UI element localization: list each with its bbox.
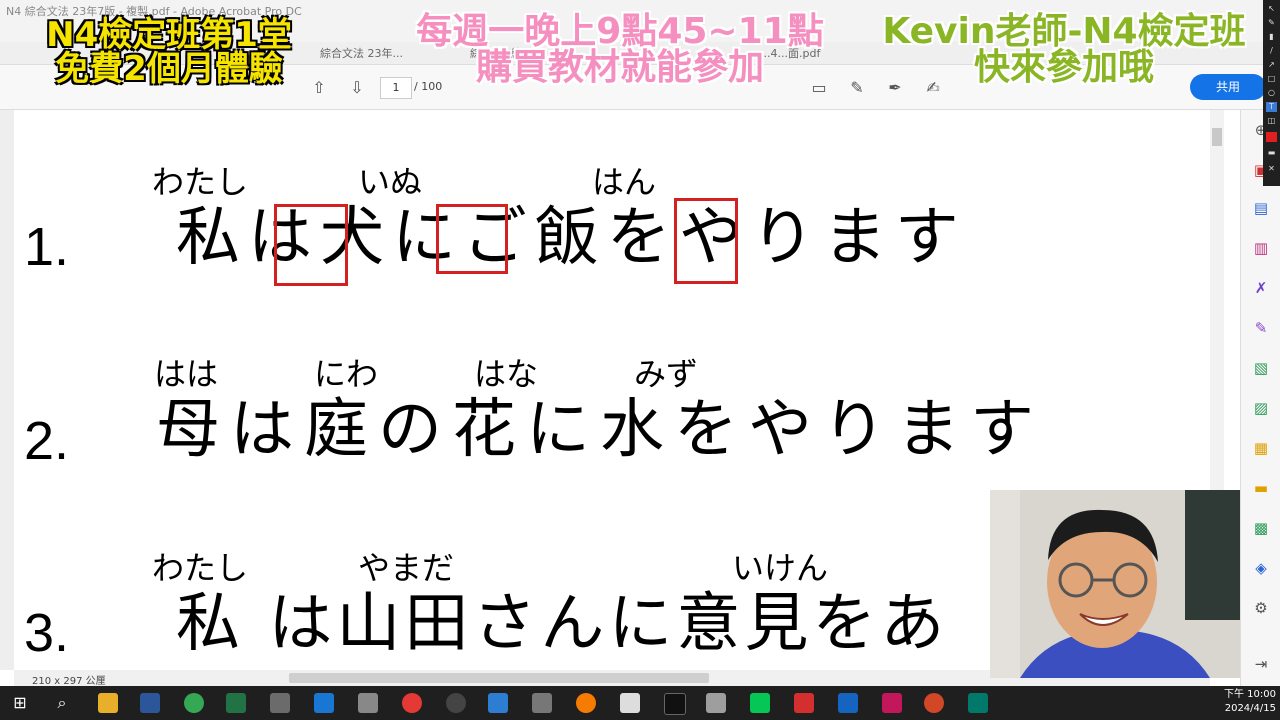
close-icon[interactable]: ✕ [1266, 164, 1277, 174]
rectangle-icon[interactable]: □ [1266, 74, 1277, 84]
text-icon[interactable]: T [1266, 102, 1277, 112]
overlay-left-caption: N4檢定班第1堂 免費2個月體驗 [14, 18, 324, 86]
ruby-iken: いけん [732, 549, 829, 587]
page-down-icon[interactable]: ⇩ [346, 77, 368, 99]
overlay-center-line-2: 購買教材就能參加 [475, 47, 764, 88]
app-icon-3[interactable] [358, 693, 378, 713]
acrobat-icon[interactable] [794, 693, 814, 713]
annotation-toolbar: ↖ ✎ ▮ / ↗ □ ○ T ◫ ▬ ✕ [1263, 0, 1280, 186]
sentence-3: 私 は山田さんに意見をあ [176, 587, 949, 661]
word-icon[interactable] [140, 693, 160, 713]
vertical-scroll-thumb[interactable] [1212, 128, 1222, 146]
ruby-watashi-3: わたし [152, 549, 249, 587]
scan-icon[interactable]: ▧ [1251, 358, 1271, 378]
edit-pdf-icon[interactable]: ✎ [1251, 318, 1271, 338]
print-production-icon[interactable]: ▩ [1251, 518, 1271, 538]
chrome-icon[interactable] [184, 693, 204, 713]
app-icon-5[interactable] [576, 693, 596, 713]
line-number-3: 3. [24, 603, 70, 663]
capcut-icon[interactable] [664, 693, 686, 715]
left-panel-gutter[interactable] [0, 110, 15, 670]
highlight-box-ni [436, 204, 508, 274]
ruby-han: はん [592, 163, 657, 201]
overlay-left-line-2: 免費2個月體驗 [55, 49, 283, 89]
system-clock[interactable]: 下午 10:00 2024/4/15 [1216, 688, 1276, 716]
webcam-video [990, 490, 1240, 678]
ruby-watashi-1: わたし [152, 163, 249, 201]
overlay-center-line-1: 每週一晚上9點45~11點 [416, 11, 824, 52]
ellipse-icon[interactable]: ○ [1266, 88, 1277, 98]
record-icon[interactable] [402, 693, 422, 713]
app-icon-7[interactable] [706, 693, 726, 713]
cursor-icon[interactable]: ↖ [1266, 4, 1277, 14]
ruby-mizu: みず [634, 355, 699, 393]
powerpoint-icon[interactable] [924, 693, 944, 713]
overlay-right-caption: Kevin老師-N4檢定班 快來參加哦 [864, 14, 1264, 86]
webcam-presenter-image [990, 490, 1240, 678]
highlight-box-wo [674, 198, 738, 284]
color-red-swatch[interactable] [1266, 132, 1277, 142]
protect-icon[interactable]: ◈ [1251, 558, 1271, 578]
page-size-label: 210 x 297 公厘 [32, 676, 106, 687]
clock-time: 下午 10:00 [1224, 689, 1276, 700]
ruby-haha: はは [154, 355, 219, 393]
excel-icon[interactable] [226, 693, 246, 713]
ruby-yamada: やまだ [358, 549, 455, 587]
overlay-left-line-1: N4檢定班第1堂 [46, 15, 292, 55]
app-icon-6[interactable] [620, 693, 640, 713]
comment-tool-icon[interactable]: ▬ [1251, 478, 1271, 498]
clear-icon[interactable]: ▬ [1266, 148, 1277, 158]
horizontal-scroll-thumb[interactable] [289, 673, 709, 683]
app-icon-4[interactable] [488, 693, 508, 713]
organize-pages-icon[interactable]: ▥ [1251, 238, 1271, 258]
overlay-right-line-2: 快來參加哦 [973, 47, 1154, 88]
pen-icon[interactable]: ✎ [1266, 18, 1277, 28]
clock-date: 2024/4/15 [1224, 703, 1276, 714]
calculator-icon[interactable] [532, 693, 552, 713]
more-tools-icon[interactable]: ⚙ [1251, 598, 1271, 618]
eraser-icon[interactable]: ◫ [1266, 116, 1277, 126]
line-icon[interactable] [750, 693, 770, 713]
search-icon[interactable]: ⌕ [52, 693, 72, 713]
compare-icon[interactable]: ▨ [1251, 398, 1271, 418]
file-explorer-icon[interactable] [98, 693, 118, 713]
create-pdf-icon[interactable]: ▤ [1251, 198, 1271, 218]
app-icon-1[interactable] [270, 693, 290, 713]
fill-sign-icon[interactable]: ✗ [1251, 278, 1271, 298]
line-icon[interactable]: / [1266, 46, 1277, 56]
highlight-box-wa [274, 204, 348, 286]
obs-icon[interactable] [446, 693, 466, 713]
right-tools-panel: ⊕ ▣ ▤ ▥ ✗ ✎ ▧ ▨ ▦ ▬ ▩ ◈ ⚙ ⇥ [1240, 110, 1280, 686]
app-icon-8[interactable] [838, 693, 858, 713]
collapse-panel-icon[interactable]: ⇥ [1251, 654, 1271, 674]
line-number-1: 1. [24, 217, 70, 277]
line-number-2: 2. [24, 411, 70, 471]
app-icon-9[interactable] [882, 693, 902, 713]
ruby-niwa: にわ [314, 355, 379, 393]
ruby-hana: はな [474, 355, 539, 393]
app-icon-10[interactable] [968, 693, 988, 713]
arrow-icon[interactable]: ↗ [1266, 60, 1277, 70]
app-icon-2[interactable] [314, 693, 334, 713]
sentence-2: 母は庭の花に水をやります [156, 393, 1044, 467]
windows-start-icon[interactable]: ⊞ [10, 693, 30, 713]
marker-icon[interactable]: ▮ [1266, 32, 1277, 42]
send-review-icon[interactable]: ▦ [1251, 438, 1271, 458]
windows-taskbar: ⊞ ⌕ 下午 10:00 2024/4/15 [0, 686, 1280, 720]
ruby-inu: いぬ [358, 163, 423, 201]
overlay-center-caption: 每週一晚上9點45~11點 購買教材就能參加 [380, 14, 860, 86]
overlay-right-line-1: Kevin老師-N4檢定班 [882, 11, 1246, 52]
